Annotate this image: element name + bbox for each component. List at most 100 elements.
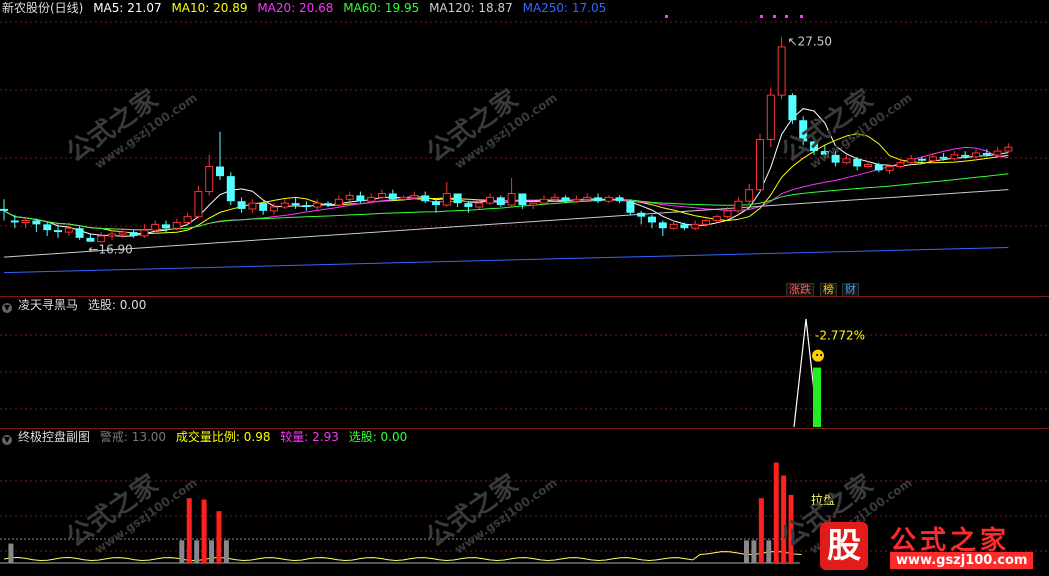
signal-dot xyxy=(800,15,803,18)
ind2-bar xyxy=(744,540,749,563)
candle-body xyxy=(864,164,872,167)
candle-body xyxy=(356,195,365,202)
candle-body xyxy=(950,154,959,160)
candle-body xyxy=(453,193,462,204)
indicator-pane-1[interactable]: ▼ 凌天寻黑马 选股: 0.00 •• -2.772% xyxy=(0,297,1049,428)
ind1-select: 选股: 0.00 xyxy=(87,298,147,312)
candle-body xyxy=(972,152,980,158)
low-label: ←16.90 xyxy=(88,243,132,257)
candle-body xyxy=(993,150,1002,156)
candle-body xyxy=(918,158,926,161)
ind2-bar xyxy=(186,498,192,563)
stock-name: 新农股份(日线) xyxy=(2,1,84,15)
signal-dot xyxy=(760,15,763,18)
candle-body xyxy=(777,46,786,96)
chevron-down-icon[interactable]: ▼ xyxy=(2,435,12,445)
sad-face-eyes: •• xyxy=(815,352,823,360)
candle-body xyxy=(486,196,494,204)
candle-body xyxy=(226,176,235,202)
candle-body xyxy=(799,120,808,142)
candle-body xyxy=(302,205,311,207)
volume-ratio-line xyxy=(3,551,802,562)
candle-body xyxy=(118,231,127,235)
candle-body xyxy=(442,193,451,206)
ind2-bar xyxy=(773,462,779,563)
tag-cai[interactable]: 财 xyxy=(842,283,859,297)
candle-body xyxy=(313,202,322,208)
candle-body xyxy=(507,193,516,206)
ma120-label: MA120: 18.87 xyxy=(429,1,513,15)
candle-body xyxy=(496,197,505,206)
candle-body xyxy=(939,156,948,159)
price-pane[interactable]: 新农股份(日线) MA5: 21.07 MA10: 20.89 MA20: 20… xyxy=(0,0,1049,297)
ind2-bar xyxy=(781,475,787,563)
candle-body xyxy=(961,154,970,157)
candle-body xyxy=(32,220,41,225)
candle-body xyxy=(0,208,8,211)
high-label: ↖27.50 xyxy=(788,34,832,48)
candle-body xyxy=(140,229,149,237)
ind2-bar xyxy=(209,540,215,563)
ma60-label: MA60: 19.95 xyxy=(343,1,420,15)
candle-body xyxy=(162,224,170,229)
candle-body xyxy=(756,139,764,191)
ind1-chart: •• -2.772% xyxy=(0,318,1049,428)
candle-body xyxy=(64,227,73,233)
signal-dot xyxy=(665,15,668,18)
ind2-name[interactable]: 终极控盘副图 xyxy=(18,430,90,444)
ind2-bar xyxy=(201,499,207,563)
candle-body xyxy=(216,166,224,177)
chevron-down-icon[interactable]: ▼ xyxy=(2,303,12,313)
brand-logo: 股 公式之家 www.gszj100.com xyxy=(812,518,1049,576)
candle-body xyxy=(237,201,246,209)
candle-body xyxy=(432,201,440,206)
tag-zhangdie[interactable]: 涨跌 xyxy=(786,283,814,297)
candle-body xyxy=(248,202,257,210)
candle-body xyxy=(604,196,613,202)
main-header: 新农股份(日线) MA5: 21.07 MA10: 20.89 MA20: 20… xyxy=(2,0,612,16)
candle-body xyxy=(129,232,138,236)
candle-body xyxy=(183,216,192,223)
ind1-bar xyxy=(813,367,821,427)
candle-body xyxy=(421,195,430,202)
candle-body xyxy=(637,212,646,217)
ind2-bar xyxy=(194,540,200,563)
candle-body xyxy=(388,193,397,200)
candle-body xyxy=(820,151,829,155)
ind1-pct-label: -2.772% xyxy=(815,329,865,343)
ind2-ratio: 成交量比例: 0.98 xyxy=(175,430,271,444)
ind2-bar xyxy=(223,540,229,563)
candle-body xyxy=(108,233,116,237)
ind2-big: 较量: 2.93 xyxy=(280,430,339,444)
candle-body xyxy=(1004,146,1013,152)
candle-body xyxy=(194,191,203,218)
candle-body xyxy=(270,206,278,212)
candle-body xyxy=(324,203,332,206)
ind2-bar xyxy=(758,498,764,563)
candlestick-chart[interactable]: ↖27.50 ←16.90 xyxy=(0,0,1049,296)
candle-body xyxy=(464,203,473,207)
candle-body xyxy=(86,237,95,242)
candle-body xyxy=(831,154,840,163)
candle-body xyxy=(43,224,52,231)
ma5-label: MA5: 21.07 xyxy=(93,1,162,15)
candle-body xyxy=(745,189,754,202)
tag-bang[interactable]: 榜 xyxy=(820,283,837,297)
candle-body xyxy=(10,220,19,223)
candle-body xyxy=(399,196,408,200)
candle-body xyxy=(615,197,624,202)
ma120-line xyxy=(3,189,1009,258)
candle-body xyxy=(172,221,181,229)
candle-body xyxy=(658,222,667,229)
candle-body xyxy=(97,235,106,243)
ma10-line xyxy=(3,133,1009,235)
candle-body xyxy=(896,162,905,167)
ind1-name[interactable]: 凌天寻黑马 xyxy=(18,298,78,312)
candle-body xyxy=(54,230,62,233)
candle-body xyxy=(874,164,883,171)
candle-body xyxy=(259,203,268,211)
candle-body xyxy=(75,228,84,238)
candle-body xyxy=(928,156,937,162)
ind2-bar xyxy=(8,543,14,563)
ma250-label: MA250: 17.05 xyxy=(522,1,607,15)
